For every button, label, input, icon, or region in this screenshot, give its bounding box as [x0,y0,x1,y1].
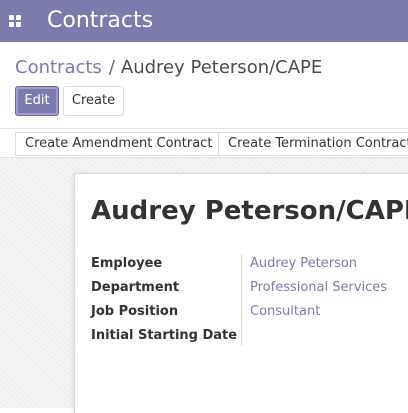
app-title: Contracts [47,8,154,33]
breadcrumb-current: Audrey Peterson/CAPE [120,57,323,78]
edit-button[interactable]: Edit [15,86,59,116]
create-amendment-contract-button[interactable]: Create Amendment Contract [15,132,223,156]
create-termination-contract-button[interactable]: Create Termination Contract [218,132,408,156]
employee-link[interactable]: Audrey Peterson [250,254,357,274]
record-title: Audrey Peterson/CAPE [91,196,408,226]
department-link[interactable]: Professional Services [250,278,387,298]
department-label: Department [91,280,180,295]
create-button[interactable]: Create [63,86,124,116]
control-panel: Contracts / Audrey Peterson/CAPE Edit Crea… [0,42,408,128]
form-sheet: Audrey Peterson/CAPE Employee Department… [74,173,408,413]
job-position-label: Job Position [91,304,179,319]
status-bar: Create Amendment Contract Create Termina… [0,128,408,158]
breadcrumb-contracts-link[interactable]: Contracts [15,57,102,78]
job-position-link[interactable]: Consultant [250,302,320,322]
initial-starting-date-label: Initial Starting Date [91,328,238,343]
breadcrumb-separator: / [108,57,115,78]
employee-label: Employee [91,256,163,271]
grid-icon[interactable] [9,15,21,27]
breadcrumb: Contracts / Audrey Peterson/CAPE [15,56,322,80]
field-separator [241,254,242,346]
top-navbar: Contracts [0,0,408,42]
